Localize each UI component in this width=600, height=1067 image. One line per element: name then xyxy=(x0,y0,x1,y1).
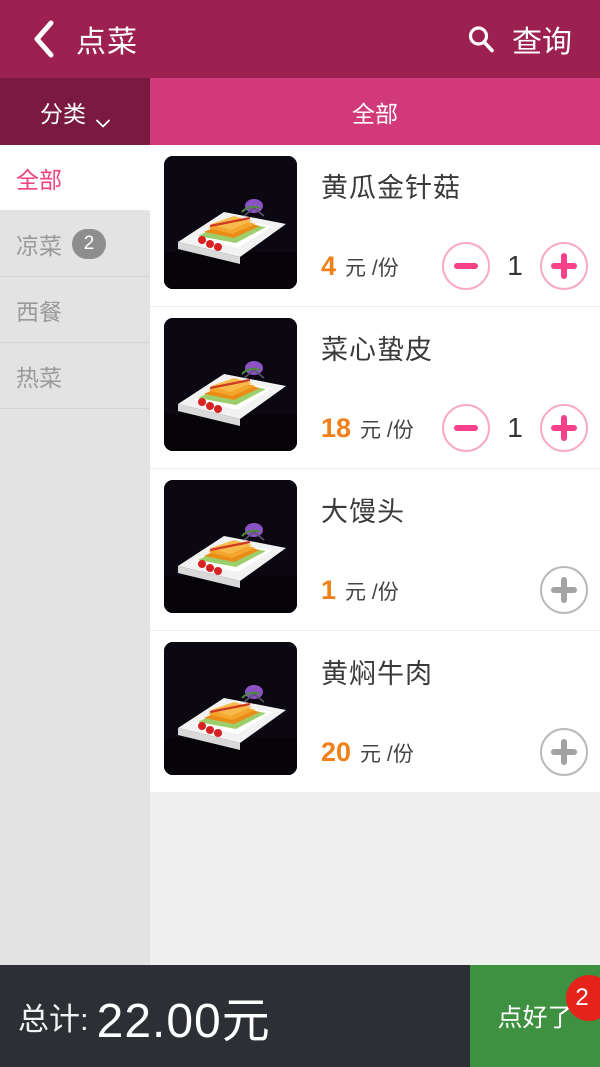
page-title: 点菜 xyxy=(76,26,138,59)
sidebar-item-all[interactable]: 全部 xyxy=(0,145,150,211)
increase-quantity-button[interactable] xyxy=(540,566,588,614)
dish-price: 20 元 /份 xyxy=(321,737,414,768)
decrease-quantity-button[interactable] xyxy=(442,404,490,452)
dish-thumbnail xyxy=(164,642,297,775)
sidebar-item-hot-dish[interactable]: 热菜 xyxy=(0,343,150,409)
increase-quantity-button[interactable] xyxy=(540,404,588,452)
quantity-value: 1 xyxy=(507,250,523,281)
quantity-stepper xyxy=(540,566,588,614)
sidebar-empty-space xyxy=(0,409,150,965)
sidebar-item-label: 西餐 xyxy=(16,298,62,325)
app-header: 点菜 查询 xyxy=(0,0,600,78)
dish-price-unit: 元 /份 xyxy=(345,581,399,604)
bottom-bar: 总计: 22.00元 点好了 2 xyxy=(0,965,600,1067)
dish-name: 菜心蛰皮 xyxy=(321,335,433,365)
quantity-stepper xyxy=(540,728,588,776)
dish-row[interactable]: 黄瓜金针菇 4 元 /份 1 xyxy=(150,145,600,307)
dish-price: 4 元 /份 xyxy=(321,251,399,282)
plus-icon xyxy=(551,253,577,279)
total-area: 总计: 22.00元 xyxy=(0,965,470,1067)
plus-icon xyxy=(551,739,577,765)
dish-price-number: 18 xyxy=(321,413,352,443)
search-icon xyxy=(466,24,496,54)
dish-thumbnail xyxy=(164,318,297,451)
content-area: 全部 凉菜 2 西餐 热菜 黄瓜金针菇 4 元 /份 1 菜心蛰皮 18 元 /… xyxy=(0,145,600,965)
dish-price: 1 元 /份 xyxy=(321,575,399,606)
minus-icon xyxy=(454,425,478,431)
decrease-quantity-button[interactable] xyxy=(442,242,490,290)
dish-price-unit: 元 /份 xyxy=(360,743,414,766)
dish-list-area[interactable]: 黄瓜金针菇 4 元 /份 1 菜心蛰皮 18 元 /份 1 大馒头 1 元 /份… xyxy=(150,145,600,965)
dish-info: 黄瓜金针菇 4 元 /份 1 xyxy=(321,156,600,296)
dish-list: 黄瓜金针菇 4 元 /份 1 菜心蛰皮 18 元 /份 1 大馒头 1 元 /份… xyxy=(150,145,600,793)
tab-category-label: 分类 xyxy=(40,100,86,127)
sidebar-item-cold-dish[interactable]: 凉菜 2 xyxy=(0,211,150,277)
order-food-screen: 点菜 查询 分类 全部 全部 凉菜 2 西餐 热菜 黄瓜金针菇 4 元 /份 1… xyxy=(0,0,600,1067)
sidebar-item-badge: 2 xyxy=(72,228,106,259)
dish-price-unit: 元 /份 xyxy=(360,419,414,442)
dish-thumbnail xyxy=(164,480,297,613)
dish-price: 18 元 /份 xyxy=(321,413,414,444)
dish-row[interactable]: 黄焖牛肉 20 元 /份 xyxy=(150,631,600,793)
sidebar-item-label: 凉菜 xyxy=(16,232,62,259)
dish-name: 大馒头 xyxy=(321,497,405,527)
minus-icon xyxy=(454,263,478,269)
tab-category[interactable]: 分类 xyxy=(0,78,150,145)
tab-all-label: 全部 xyxy=(352,100,398,127)
dish-row[interactable]: 大馒头 1 元 /份 xyxy=(150,469,600,631)
dish-info: 菜心蛰皮 18 元 /份 1 xyxy=(321,318,600,458)
total-value: 22.00元 xyxy=(96,995,271,1048)
search-label: 查询 xyxy=(512,26,572,59)
dish-info: 大馒头 1 元 /份 xyxy=(321,480,600,620)
tab-bar: 分类 全部 xyxy=(0,78,600,145)
sidebar-item-label: 热菜 xyxy=(16,364,62,391)
quantity-stepper: 1 xyxy=(442,242,588,290)
plus-icon xyxy=(551,577,577,603)
quantity-value: 1 xyxy=(507,412,523,443)
chevron-left-icon xyxy=(31,19,57,59)
dish-price-unit: 元 /份 xyxy=(345,257,399,280)
increase-quantity-button[interactable] xyxy=(540,242,588,290)
sidebar-item-label: 全部 xyxy=(16,166,62,193)
dish-thumbnail xyxy=(164,156,297,289)
sidebar-item-western[interactable]: 西餐 xyxy=(0,277,150,343)
quantity-stepper: 1 xyxy=(442,404,588,452)
dish-name: 黄焖牛肉 xyxy=(321,659,433,689)
total-label: 总计: xyxy=(18,1001,89,1037)
dish-price-number: 4 xyxy=(321,251,337,281)
confirm-order-label: 点好了 xyxy=(497,1004,573,1032)
dish-price-number: 20 xyxy=(321,737,352,767)
category-sidebar: 全部 凉菜 2 西餐 热菜 xyxy=(0,145,150,965)
plus-icon xyxy=(551,415,577,441)
dish-row[interactable]: 菜心蛰皮 18 元 /份 1 xyxy=(150,307,600,469)
back-button[interactable] xyxy=(24,16,64,62)
increase-quantity-button[interactable] xyxy=(540,728,588,776)
chevron-down-icon xyxy=(96,107,110,128)
confirm-order-button[interactable]: 点好了 2 xyxy=(470,965,600,1067)
dish-name: 黄瓜金针菇 xyxy=(321,173,461,203)
dish-info: 黄焖牛肉 20 元 /份 xyxy=(321,642,600,782)
search-button[interactable]: 查询 xyxy=(466,17,576,61)
tab-all[interactable]: 全部 xyxy=(150,78,600,145)
dish-price-number: 1 xyxy=(321,575,337,605)
